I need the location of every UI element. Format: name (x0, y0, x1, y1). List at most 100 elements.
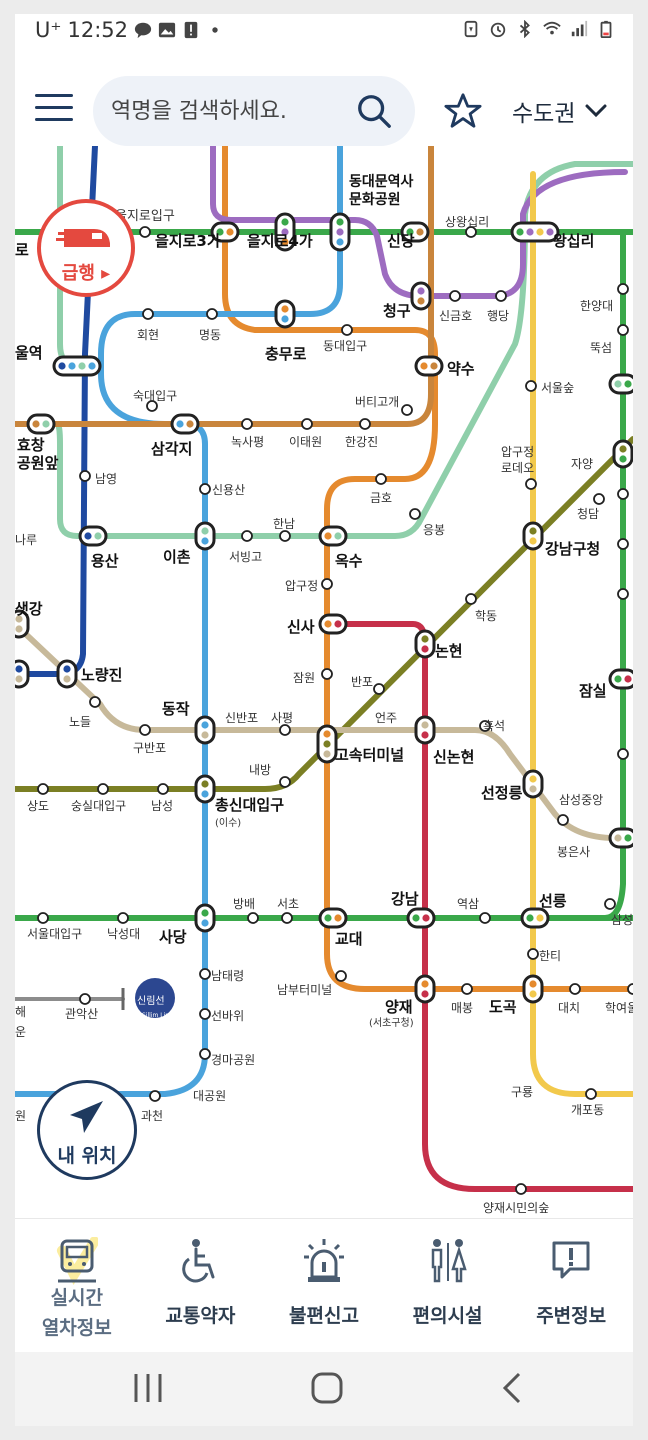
station-label[interactable]: 버티고개 (355, 395, 399, 409)
station-label[interactable]: 을지로3가 (155, 232, 221, 250)
station-dot[interactable] (617, 538, 629, 550)
station-dot[interactable] (97, 783, 109, 795)
station-label[interactable]: 을지로4가 (247, 232, 313, 250)
station-dot[interactable] (301, 418, 313, 430)
transfer-node[interactable] (414, 715, 436, 745)
station-label[interactable]: 샛강 (15, 600, 43, 618)
station-label[interactable]: 선정릉 (481, 784, 523, 802)
back-icon[interactable] (493, 1370, 533, 1406)
search-icon[interactable] (355, 92, 393, 130)
menu-button[interactable] (35, 94, 73, 124)
station-label[interactable]: 남성 (151, 799, 173, 813)
station-dot[interactable] (281, 912, 293, 924)
station-label[interactable]: 숙대입구 (133, 389, 177, 403)
station-label[interactable]: 개포동 (571, 1103, 604, 1117)
station-dot[interactable] (279, 724, 291, 736)
station-label[interactable]: 울역 (15, 344, 43, 362)
station-label[interactable]: 삼성 (611, 913, 633, 927)
station-label[interactable]: 남부터미널 (277, 983, 332, 997)
station-label[interactable]: 낙성대 (107, 927, 140, 941)
station-label[interactable]: 로 (15, 241, 29, 259)
station-dot[interactable] (373, 683, 385, 695)
station-dot[interactable] (247, 912, 259, 924)
station-label[interactable]: 신용산 (212, 483, 245, 497)
station-dot[interactable] (527, 948, 539, 960)
station-label[interactable]: 서울대입구 (27, 927, 82, 941)
transfer-node[interactable] (318, 907, 348, 929)
station-label[interactable]: 동작 (162, 700, 190, 718)
transfer-node[interactable] (170, 413, 200, 435)
station-dot[interactable] (79, 993, 91, 1005)
transfer-node[interactable] (520, 907, 550, 929)
station-dot[interactable] (617, 588, 629, 600)
station-label[interactable]: 대공원 (193, 1089, 226, 1103)
transfer-node[interactable] (78, 525, 108, 547)
station-label[interactable]: 서초 (277, 897, 299, 911)
station-label[interactable]: 녹사평 (231, 435, 264, 449)
station-label[interactable]: 신반포 (225, 711, 258, 725)
station-dot[interactable] (149, 1090, 161, 1102)
station-dot[interactable] (479, 912, 491, 924)
station-label[interactable]: 강남 (391, 890, 419, 908)
station-label[interactable]: 한남 (273, 517, 295, 531)
station-dot[interactable] (139, 724, 151, 736)
station-label[interactable]: 상도 (27, 799, 49, 813)
station-label[interactable]: 대치 (558, 1001, 580, 1015)
transfer-node[interactable] (522, 974, 544, 1004)
station-label[interactable]: 노량진 (81, 666, 122, 684)
station-label[interactable]: 선릉 (539, 892, 567, 910)
station-dot[interactable] (359, 418, 371, 430)
transfer-node[interactable] (194, 715, 216, 745)
transfer-node[interactable] (274, 299, 296, 329)
station-label[interactable]: 자양 (571, 457, 593, 471)
station-label[interactable]: 잠실 (579, 682, 607, 700)
recent-apps-icon[interactable] (128, 1370, 168, 1406)
station-label[interactable]: 용산 (91, 552, 119, 570)
station-label[interactable]: 구반포 (133, 741, 166, 755)
station-dot[interactable] (604, 898, 616, 910)
station-label[interactable]: 응봉 (423, 523, 445, 537)
transfer-node[interactable] (194, 903, 216, 933)
station-label[interactable]: 내방 (249, 763, 271, 777)
station-label[interactable]: 학여울 (605, 1001, 633, 1015)
transfer-node[interactable] (15, 659, 30, 689)
station-label[interactable]: 행당 (487, 308, 509, 323)
station-dot[interactable] (617, 324, 629, 336)
station-label[interactable]: 사평 (271, 711, 293, 725)
station-label[interactable]: 도곡 (489, 998, 517, 1016)
station-dot[interactable] (465, 593, 477, 605)
station-dot[interactable] (37, 783, 49, 795)
transfer-node[interactable] (522, 521, 544, 551)
station-dot[interactable] (139, 226, 151, 238)
station-dot[interactable] (241, 418, 253, 430)
station-dot[interactable] (335, 970, 347, 982)
transfer-node[interactable] (522, 769, 544, 799)
station-label[interactable]: 약수 (447, 360, 475, 378)
station-label[interactable]: Sillim Line (142, 1012, 173, 1019)
station-dot[interactable] (525, 478, 537, 490)
station-dot[interactable] (89, 696, 101, 708)
station-label[interactable]: 금호 (370, 491, 392, 505)
station-label[interactable]: 봉은사 (557, 845, 590, 859)
station-label[interactable]: (이수) (215, 817, 241, 829)
transfer-node[interactable] (414, 629, 436, 659)
station-dot[interactable] (79, 470, 91, 482)
station-label[interactable]: 해 (15, 1005, 26, 1019)
station-label[interactable]: 방배 (233, 897, 255, 911)
station-dot[interactable] (401, 404, 413, 416)
transfer-node[interactable] (406, 907, 436, 929)
station-label[interactable]: 뚝섬 (590, 341, 612, 355)
station-label[interactable]: 양재 (385, 998, 413, 1016)
station-dot[interactable] (375, 473, 387, 485)
station-label[interactable]: 효창 (17, 436, 45, 454)
station-dot[interactable] (241, 530, 253, 542)
station-dot[interactable] (569, 983, 581, 995)
search-box[interactable] (93, 76, 415, 146)
station-dot[interactable] (593, 493, 605, 505)
transfer-node[interactable] (410, 281, 432, 311)
station-label[interactable]: 역삼 (457, 897, 479, 911)
station-label[interactable]: 언주 (375, 711, 397, 725)
station-label[interactable]: 삼각지 (151, 440, 192, 458)
station-dot[interactable] (199, 1008, 211, 1020)
station-label[interactable]: 운 (15, 1025, 26, 1039)
